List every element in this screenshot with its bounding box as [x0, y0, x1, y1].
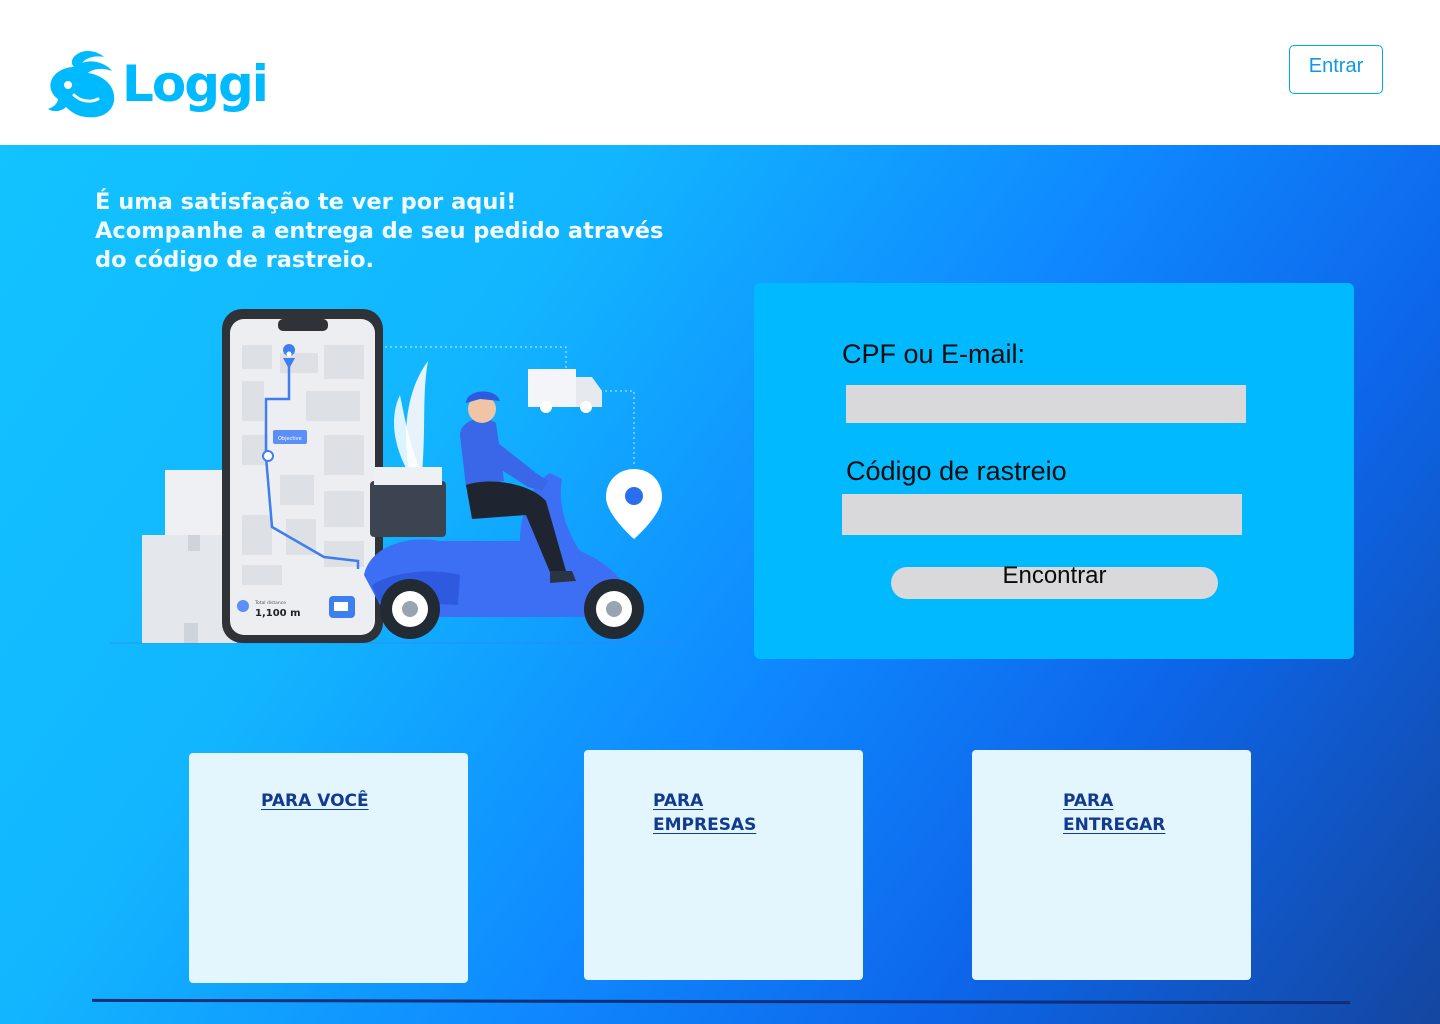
- top-header: Loggi Entrar: [0, 0, 1440, 145]
- card-para-voce-link[interactable]: PARA VOCÊ: [261, 789, 369, 813]
- distance-value: 1,100 m: [255, 608, 301, 619]
- footer-divider: [91, 998, 1351, 1005]
- welcome-line-2: Acompanhe a entrega de seu pedido atravé…: [95, 218, 664, 244]
- delivery-illustration: Objective Total distance 1,100 m: [110, 309, 680, 644]
- login-button[interactable]: Entrar: [1289, 45, 1383, 94]
- location-pin-icon: [606, 469, 662, 539]
- welcome-line-3: do código de rastreio.: [95, 247, 375, 273]
- map-badge: Objective: [278, 436, 302, 442]
- cpf-label: CPF ou E-mail:: [842, 339, 1026, 369]
- hero-section: É uma satisfação te ver por aqui! Acompa…: [0, 145, 1440, 1024]
- tracking-code-label: Código de rastreio: [846, 456, 1067, 486]
- card-para-empresas[interactable]: PARA EMPRESAS: [584, 750, 863, 980]
- welcome-message: É uma satisfação te ver por aqui! Acompa…: [95, 188, 695, 275]
- card-para-entregar-link[interactable]: PARA ENTREGAR: [1063, 789, 1193, 837]
- card-para-empresas-link[interactable]: PARA EMPRESAS: [653, 789, 783, 837]
- welcome-line-1: É uma satisfação te ver por aqui!: [95, 189, 517, 215]
- distance-label: Total distance: [254, 600, 286, 606]
- card-para-voce[interactable]: PARA VOCÊ: [189, 753, 468, 983]
- loggi-logo[interactable]: Loggi: [46, 48, 269, 120]
- tracking-code-input[interactable]: [842, 494, 1242, 535]
- find-button[interactable]: Encontrar: [891, 564, 1218, 599]
- tracking-form: CPF ou E-mail: Código de rastreio Encont…: [754, 283, 1354, 659]
- cpf-email-input[interactable]: [846, 385, 1246, 423]
- delivery-truck-icon: [528, 369, 602, 413]
- brand-name: Loggi: [122, 55, 269, 113]
- card-para-entregar[interactable]: PARA ENTREGAR: [972, 750, 1251, 980]
- rabbit-logo-icon: [48, 50, 115, 118]
